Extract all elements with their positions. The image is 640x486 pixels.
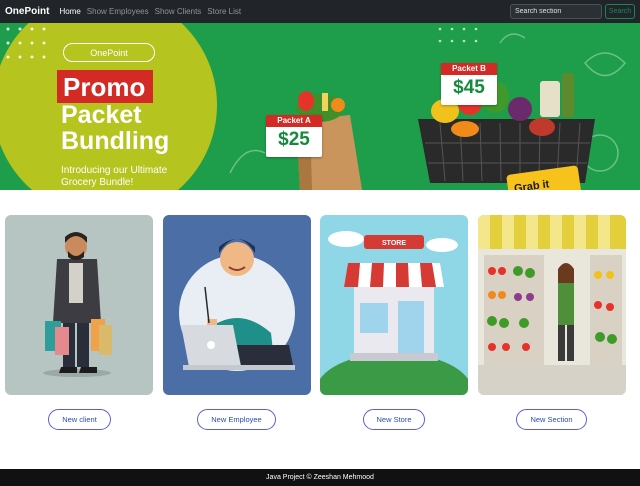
- section-card-image: [478, 215, 626, 395]
- employee-card-image: [163, 215, 311, 395]
- packet-a-label: Packet A: [266, 115, 322, 127]
- bundling-line-1: Packet: [61, 101, 142, 129]
- promo-banner: OnePoint Promo Packet Bundling Introduci…: [0, 23, 640, 190]
- search-button[interactable]: Search: [605, 4, 635, 19]
- intro-line-1: Introducing our Ultimate: [61, 165, 168, 176]
- packet-b-label: Packet B: [441, 63, 497, 75]
- footer: Java Project © Zeeshan Mehmood: [0, 469, 640, 486]
- packet-a-tag: Packet A $25: [266, 115, 322, 157]
- search-input[interactable]: [510, 4, 602, 19]
- new-store-button[interactable]: New Store: [363, 409, 425, 430]
- brand-logo[interactable]: OnePoint: [5, 6, 49, 17]
- search-form: Search: [510, 4, 635, 19]
- bundling-line-2: Bundling: [61, 127, 170, 155]
- new-employee-button[interactable]: New Employee: [197, 409, 276, 430]
- packet-a-price: $25: [278, 129, 310, 150]
- packet-b-price: $45: [453, 77, 485, 98]
- banner-pill-label: OnePoint: [63, 43, 155, 62]
- new-section-button[interactable]: New Section: [516, 409, 587, 430]
- shopper-illustration: [5, 215, 153, 395]
- nav-link-show-employees[interactable]: Show Employees: [87, 7, 149, 16]
- nav-link-store-list[interactable]: Store List: [207, 7, 241, 16]
- store-card-image: STORE: [320, 215, 468, 395]
- market-section-illustration: [478, 215, 626, 395]
- nav-link-show-clients[interactable]: Show Clients: [155, 7, 202, 16]
- market-awning: [478, 215, 626, 249]
- new-client-button[interactable]: New client: [48, 409, 111, 430]
- store-illustration: STORE: [320, 215, 468, 395]
- footer-text: Java Project © Zeeshan Mehmood: [266, 474, 374, 481]
- intro-text: Introducing our Ultimate Grocery Bundle!: [61, 165, 191, 189]
- bundling-heading: Packet Bundling: [61, 102, 169, 154]
- employee-illustration: [163, 215, 311, 395]
- nav-link-home[interactable]: Home: [59, 7, 80, 16]
- client-card-image: [5, 215, 153, 395]
- packet-b-tag: Packet B $45: [441, 63, 497, 105]
- store-sign-text: STORE: [382, 240, 406, 247]
- store-awning: [344, 263, 444, 287]
- intro-line-2: Grocery Bundle!: [61, 177, 134, 188]
- navbar: OnePoint Home Show Employees Show Client…: [0, 0, 640, 23]
- promo-heading: Promo: [57, 70, 154, 103]
